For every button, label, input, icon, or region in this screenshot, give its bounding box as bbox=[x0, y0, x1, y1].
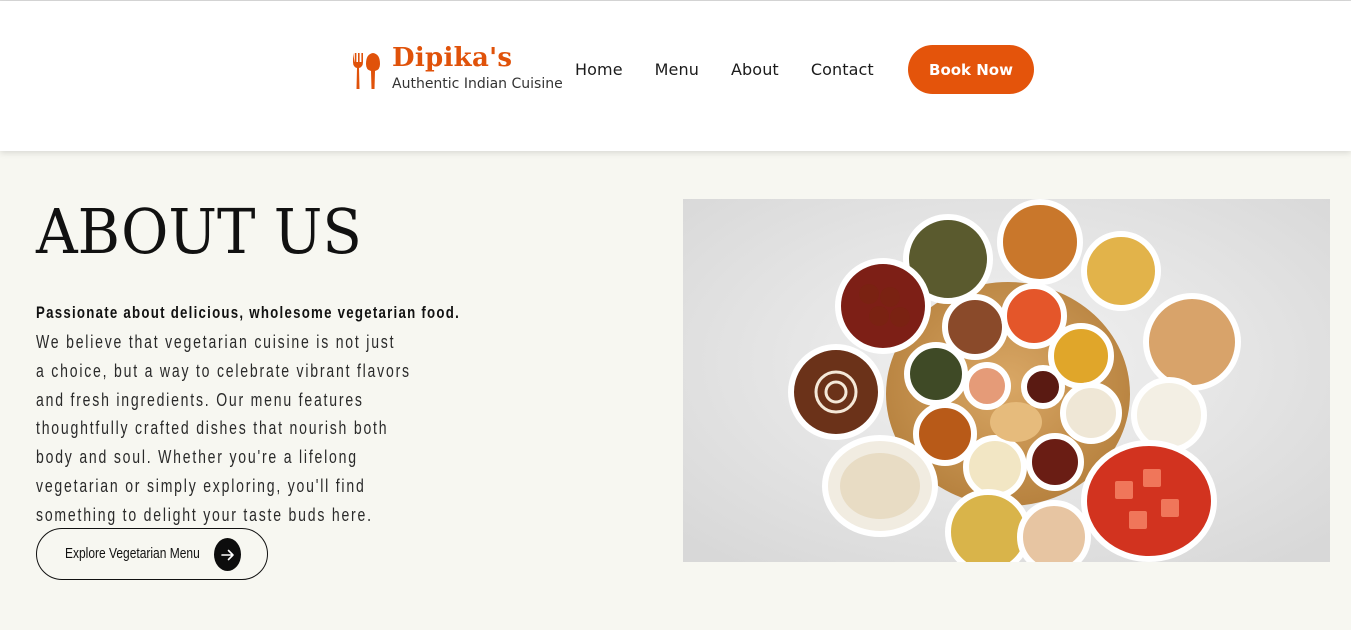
about-body-line: something to delight your taste buds her… bbox=[36, 504, 373, 525]
arrow-right-icon bbox=[214, 538, 241, 571]
main-nav: Home Menu About Contact bbox=[575, 59, 906, 81]
fork-spoon-icon bbox=[353, 53, 380, 89]
about-body-line: a choice, but a way to celebrate vibrant… bbox=[36, 360, 411, 381]
page-title: ABOUT US bbox=[36, 195, 362, 268]
nav-link-home[interactable]: Home bbox=[575, 59, 623, 81]
nav-link-menu[interactable]: Menu bbox=[655, 59, 699, 81]
about-body: We believe that vegetarian cuisine is no… bbox=[36, 328, 473, 530]
explore-menu-button[interactable]: Explore Vegetarian Menu bbox=[36, 528, 268, 580]
nav-link-contact[interactable]: Contact bbox=[811, 59, 874, 81]
nav-link-about[interactable]: About bbox=[731, 59, 779, 81]
site-header: Dipika's Authentic Indian Cuisine Home M… bbox=[0, 1, 1351, 151]
about-body-line: and fresh ingredients. Our menu features bbox=[36, 389, 364, 410]
about-body-line: vegetarian or simply exploring, you'll f… bbox=[36, 475, 366, 496]
book-now-button[interactable]: Book Now bbox=[908, 45, 1034, 94]
about-lead: Passionate about delicious, wholesome ve… bbox=[36, 303, 461, 322]
explore-menu-label: Explore Vegetarian Menu bbox=[65, 545, 200, 562]
thali-image bbox=[683, 199, 1330, 562]
brand-tagline: Authentic Indian Cuisine bbox=[392, 76, 563, 92]
about-body-line: body and soul. Whether you're a lifelong bbox=[36, 447, 358, 468]
brand-logo[interactable]: Dipika's Authentic Indian Cuisine bbox=[350, 43, 563, 99]
about-body-line: We believe that vegetarian cuisine is no… bbox=[36, 332, 396, 352]
brand-name: Dipika's bbox=[392, 43, 513, 73]
about-body-line: thoughtfully crafted dishes that nourish… bbox=[36, 418, 389, 439]
brand-text: Dipika's Authentic Indian Cuisine bbox=[392, 43, 563, 93]
